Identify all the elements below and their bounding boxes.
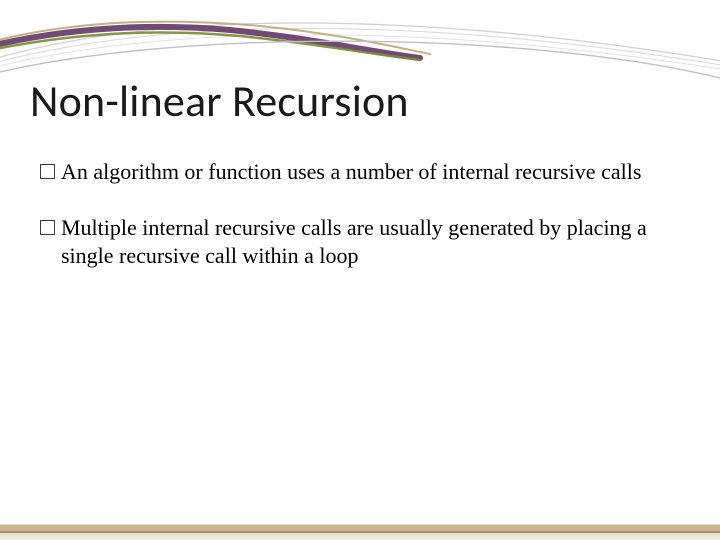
slide-title: Non-linear Recursion — [30, 74, 409, 128]
bullet-item: An algorithm or function uses a number o… — [40, 158, 680, 186]
bullet-text: An algorithm or function uses a number o… — [61, 158, 680, 186]
slide-body: An algorithm or function uses a number o… — [40, 158, 680, 298]
footer-accent-bar — [0, 524, 720, 540]
slide: Non-linear Recursion An algorithm or fun… — [0, 0, 720, 540]
bullet-item: Multiple internal recursive calls are us… — [40, 214, 680, 270]
bullet-square-icon — [40, 164, 55, 179]
bullet-text: Multiple internal recursive calls are us… — [61, 214, 680, 270]
bullet-square-icon — [40, 220, 55, 235]
